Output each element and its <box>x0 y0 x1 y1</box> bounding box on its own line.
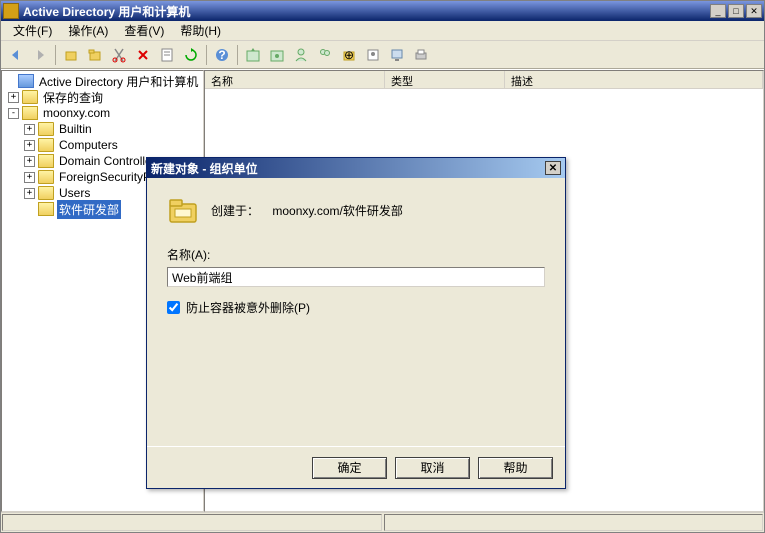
toolbar-separator <box>55 45 56 65</box>
tree-computers[interactable]: + Computers <box>4 137 201 153</box>
name-label: 名称(A): <box>167 246 545 263</box>
maximize-button[interactable]: □ <box>728 4 744 18</box>
expander-icon[interactable]: + <box>24 172 35 183</box>
printer-button[interactable] <box>410 44 432 66</box>
list-header: 名称 类型 描述 <box>205 71 763 89</box>
name-input[interactable] <box>167 267 545 287</box>
created-in-value: moonxy.com/软件研发部 <box>272 204 402 218</box>
expander-icon[interactable]: + <box>24 140 35 151</box>
help-button[interactable]: ? <box>211 44 233 66</box>
tree-domain[interactable]: - moonxy.com <box>4 105 201 121</box>
app-icon <box>3 3 19 19</box>
status-bar <box>1 512 764 532</box>
toolbar-separator <box>206 45 207 65</box>
svg-text:?: ? <box>218 48 225 62</box>
properties-button[interactable] <box>156 44 178 66</box>
toolbar-separator <box>237 45 238 65</box>
menu-help[interactable]: 帮助(H) <box>172 20 229 41</box>
cancel-button[interactable]: 取消 <box>395 457 470 479</box>
filter-button[interactable] <box>266 44 288 66</box>
computer-button[interactable] <box>386 44 408 66</box>
dialog-title: 新建对象 - 组织单位 <box>151 160 545 177</box>
expander-icon[interactable]: + <box>24 156 35 167</box>
tree-item-label: 软件研发部 <box>57 200 121 219</box>
forward-button[interactable] <box>29 44 51 66</box>
protect-checkbox-row[interactable]: 防止容器被意外删除(P) <box>167 299 545 316</box>
title-bar: Active Directory 用户和计算机 _ □ ✕ <box>1 1 764 21</box>
menu-view[interactable]: 查看(V) <box>116 20 172 41</box>
folder-icon <box>38 122 54 136</box>
dialog-info-row: 创建于： moonxy.com/软件研发部 <box>167 194 545 226</box>
folder-icon <box>38 186 54 200</box>
svg-text:⊕: ⊕ <box>344 48 354 62</box>
protect-label: 防止容器被意外删除(P) <box>186 299 310 316</box>
tree-item-label: Builtin <box>57 121 94 137</box>
tree-saved-queries[interactable]: + 保存的查询 <box>4 89 201 105</box>
col-name[interactable]: 名称 <box>205 71 385 88</box>
find-button[interactable] <box>242 44 264 66</box>
col-type[interactable]: 类型 <box>385 71 505 88</box>
domain-icon <box>22 106 38 120</box>
new-ou-dialog: 新建对象 - 组织单位 ✕ 创建于： moonxy.com/软件研发部 名称(A… <box>146 157 566 489</box>
folder-button[interactable] <box>84 44 106 66</box>
status-cell <box>2 514 382 531</box>
help-button[interactable]: 帮助 <box>478 457 553 479</box>
window-title: Active Directory 用户和计算机 <box>23 3 710 20</box>
dialog-button-row: 确定 取消 帮助 <box>147 446 565 488</box>
expander-icon[interactable]: + <box>8 92 19 103</box>
dialog-title-bar: 新建对象 - 组织单位 ✕ <box>147 158 565 178</box>
ou-icon <box>38 154 54 168</box>
folder-icon <box>38 138 54 152</box>
main-window: Active Directory 用户和计算机 _ □ ✕ 文件(F) 操作(A… <box>0 0 765 533</box>
close-button[interactable]: ✕ <box>746 4 762 18</box>
content-area: Active Directory 用户和计算机 + 保存的查询 - moonxy… <box>1 69 764 512</box>
menu-file[interactable]: 文件(F) <box>5 20 60 41</box>
menu-bar: 文件(F) 操作(A) 查看(V) 帮助(H) <box>1 21 764 41</box>
tree-builtin[interactable]: + Builtin <box>4 121 201 137</box>
ok-button[interactable]: 确定 <box>312 457 387 479</box>
ou-icon <box>38 202 54 216</box>
col-desc[interactable]: 描述 <box>505 71 763 88</box>
tree-item-label: 保存的查询 <box>41 88 105 107</box>
folder-icon <box>38 170 54 184</box>
status-cell <box>384 514 764 531</box>
minimize-button[interactable]: _ <box>710 4 726 18</box>
new-ou-button[interactable]: ⊕ <box>338 44 360 66</box>
protect-checkbox[interactable] <box>167 301 180 314</box>
up-button[interactable] <box>60 44 82 66</box>
new-user-button[interactable] <box>290 44 312 66</box>
contact-button[interactable] <box>362 44 384 66</box>
dialog-close-button[interactable]: ✕ <box>545 161 561 175</box>
dialog-body: 创建于： moonxy.com/软件研发部 名称(A): 防止容器被意外删除(P… <box>147 178 565 446</box>
tree-item-label: Computers <box>57 137 120 153</box>
expander-icon[interactable]: - <box>8 108 19 119</box>
created-in-label: 创建于： <box>211 204 259 218</box>
expander-icon[interactable]: + <box>24 188 35 199</box>
new-group-button[interactable] <box>314 44 336 66</box>
ou-large-icon <box>167 194 199 226</box>
folder-icon <box>22 90 38 104</box>
cut-button[interactable] <box>108 44 130 66</box>
refresh-button[interactable] <box>180 44 202 66</box>
menu-action[interactable]: 操作(A) <box>60 20 116 41</box>
delete-button[interactable] <box>132 44 154 66</box>
directory-icon <box>18 74 34 88</box>
back-button[interactable] <box>5 44 27 66</box>
toolbar: ? ⊕ <box>1 41 764 69</box>
expander-icon[interactable]: + <box>24 124 35 135</box>
tree-item-label: moonxy.com <box>41 105 112 121</box>
